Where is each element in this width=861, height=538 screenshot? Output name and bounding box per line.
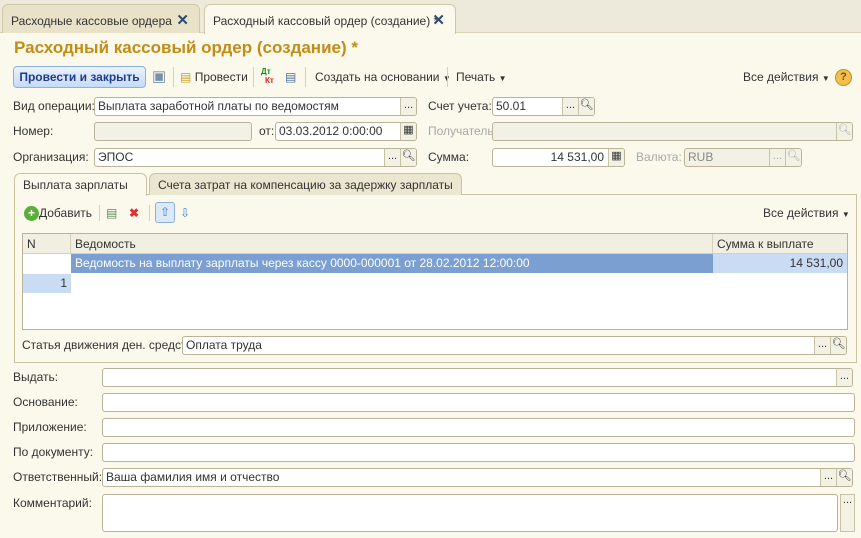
- account-value: 50.01: [496, 99, 527, 113]
- plus-icon: +: [24, 206, 39, 221]
- currency-field[interactable]: RUB... 🔍︎: [684, 148, 802, 167]
- cell-statement: Ведомость на выплату зарплаты через касс…: [71, 254, 713, 273]
- post-label: Провести: [194, 70, 248, 84]
- dt-kt-icon[interactable]: Дт Кт: [261, 67, 274, 85]
- search-icon[interactable]: 🔍︎: [785, 149, 801, 166]
- cash-flow-field[interactable]: Оплата труда... 🔍︎: [182, 336, 847, 355]
- date-label: от:: [259, 124, 275, 138]
- issue-field[interactable]: ...: [102, 368, 853, 387]
- column-header-statement[interactable]: Ведомость: [71, 234, 713, 254]
- all-actions-label: Все действия: [763, 206, 839, 220]
- post-icon: ▤: [180, 70, 192, 84]
- tab-salary-payment[interactable]: Выплата зарплаты: [14, 173, 147, 196]
- tab-cost-accounts[interactable]: Счета затрат на компенсацию за задержку …: [149, 173, 462, 195]
- create-based-on-button[interactable]: Создать на основании ▼: [315, 66, 451, 88]
- org-label: Организация:: [13, 150, 89, 164]
- all-actions-label: Все действия: [743, 70, 819, 84]
- by-document-field[interactable]: [102, 443, 855, 462]
- account-label: Счет учета:: [428, 99, 492, 113]
- select-button[interactable]: ...: [384, 149, 400, 166]
- sum-label: Сумма:: [428, 150, 470, 164]
- search-icon[interactable]: 🔍︎: [578, 98, 594, 115]
- all-actions-button[interactable]: Все действия ▼: [743, 66, 830, 88]
- comment-field[interactable]: [102, 494, 838, 532]
- print-button[interactable]: Печать ▼: [456, 66, 507, 88]
- sum-value: 14 531,00: [550, 150, 604, 164]
- calculator-icon[interactable]: ▦: [608, 149, 624, 166]
- select-button[interactable]: ...: [769, 149, 785, 166]
- basis-label: Основание:: [13, 395, 78, 409]
- help-icon[interactable]: ?: [835, 69, 852, 86]
- date-value: 03.03.2012 0:00:00: [279, 124, 383, 138]
- search-icon[interactable]: 🔍︎: [836, 469, 852, 486]
- currency-label: Валюта:: [636, 150, 682, 164]
- statements-table: N Ведомость Сумма к выплате 1 Ведомость …: [22, 233, 848, 330]
- table-all-actions-button[interactable]: Все действия ▼: [763, 203, 850, 225]
- move-down-icon[interactable]: ⇩: [180, 203, 190, 223]
- column-header-n[interactable]: N: [23, 234, 71, 254]
- window-tab-current[interactable]: Расходный кассовый ордер (создание) * ✕: [204, 4, 456, 34]
- date-field[interactable]: 03.03.2012 0:00:00 ▦: [275, 122, 417, 141]
- tab-label: Расходные кассовые ордера: [11, 14, 172, 28]
- op-type-value: Выплата заработной платы по ведомостям: [98, 99, 339, 113]
- select-button[interactable]: ...: [814, 337, 830, 354]
- print-label: Печать: [456, 70, 496, 84]
- dropdown-arrow-icon: ▼: [821, 74, 830, 83]
- dt-label: Дт: [261, 67, 271, 76]
- search-icon[interactable]: 🔍︎: [836, 123, 852, 140]
- kt-label: Кт: [265, 76, 274, 85]
- comment-label: Комментарий:: [13, 496, 92, 510]
- post-button[interactable]: ▤ Провести: [180, 66, 248, 88]
- column-header-amount[interactable]: Сумма к выплате: [713, 234, 847, 254]
- org-field[interactable]: ЭПОС... 🔍︎: [94, 148, 417, 167]
- add-button[interactable]: + Добавить: [24, 203, 92, 223]
- select-button[interactable]: ...: [836, 369, 852, 386]
- report-icon[interactable]: ▤: [285, 66, 296, 88]
- window-tab-list[interactable]: Расходные кассовые ордера ✕: [2, 4, 200, 33]
- page-title: Расходный кассовый ордер (создание) *: [14, 38, 358, 57]
- close-icon[interactable]: ✕: [176, 11, 189, 29]
- responsible-label: Ответственный:: [13, 470, 103, 484]
- calendar-icon[interactable]: ▦: [400, 123, 416, 140]
- op-type-field[interactable]: Выплата заработной платы по ведомостям..…: [94, 97, 417, 116]
- basis-field[interactable]: [102, 393, 855, 412]
- number-field[interactable]: [94, 122, 252, 141]
- tab-label: Расходный кассовый ордер (создание) *: [213, 14, 439, 28]
- add-label: Добавить: [39, 206, 93, 220]
- search-icon[interactable]: 🔍︎: [400, 149, 416, 166]
- comment-select-button[interactable]: ...: [840, 494, 855, 532]
- number-label: Номер:: [13, 124, 54, 138]
- select-button[interactable]: ...: [562, 98, 578, 115]
- select-button[interactable]: ...: [400, 98, 416, 115]
- sum-field[interactable]: 14 531,00 ▦: [492, 148, 625, 167]
- account-field[interactable]: 50.01... 🔍︎: [492, 97, 595, 116]
- dropdown-arrow-icon: ▼: [841, 210, 850, 219]
- cell-amount: 14 531,00: [713, 254, 847, 273]
- cash-flow-label: Статья движения ден. средств:: [22, 338, 197, 352]
- create-based-label: Создать на основании: [315, 70, 440, 84]
- recipient-label: Получатель:: [428, 124, 497, 138]
- cash-flow-value: Оплата труда: [186, 338, 262, 352]
- responsible-field[interactable]: Ваша фамилия имя и отчество... 🔍︎: [102, 468, 853, 487]
- search-icon[interactable]: 🔍︎: [830, 337, 846, 354]
- post-and-close-button[interactable]: Провести и закрыть: [13, 66, 146, 88]
- move-up-icon[interactable]: ⇧: [155, 202, 175, 223]
- cell-n: 1: [23, 274, 71, 293]
- by-document-label: По документу:: [13, 445, 94, 459]
- issue-label: Выдать:: [13, 370, 59, 384]
- currency-value: RUB: [688, 150, 714, 164]
- close-icon[interactable]: ✕: [432, 11, 445, 29]
- recipient-field[interactable]: 🔍︎: [492, 122, 853, 141]
- delete-icon[interactable]: ✖: [129, 203, 139, 223]
- save-icon[interactable]: ▣: [152, 66, 166, 88]
- attachment-field[interactable]: [102, 418, 855, 437]
- dropdown-arrow-icon: ▼: [498, 74, 507, 83]
- table-row[interactable]: 1 Ведомость на выплату зарплаты через ка…: [23, 254, 847, 293]
- org-value: ЭПОС: [98, 150, 134, 164]
- op-type-label: Вид операции:: [13, 99, 95, 113]
- responsible-value: Ваша фамилия имя и отчество: [106, 470, 280, 484]
- attachment-label: Приложение:: [13, 420, 87, 434]
- select-button[interactable]: ...: [820, 469, 836, 486]
- copy-icon[interactable]: ▤: [106, 203, 117, 223]
